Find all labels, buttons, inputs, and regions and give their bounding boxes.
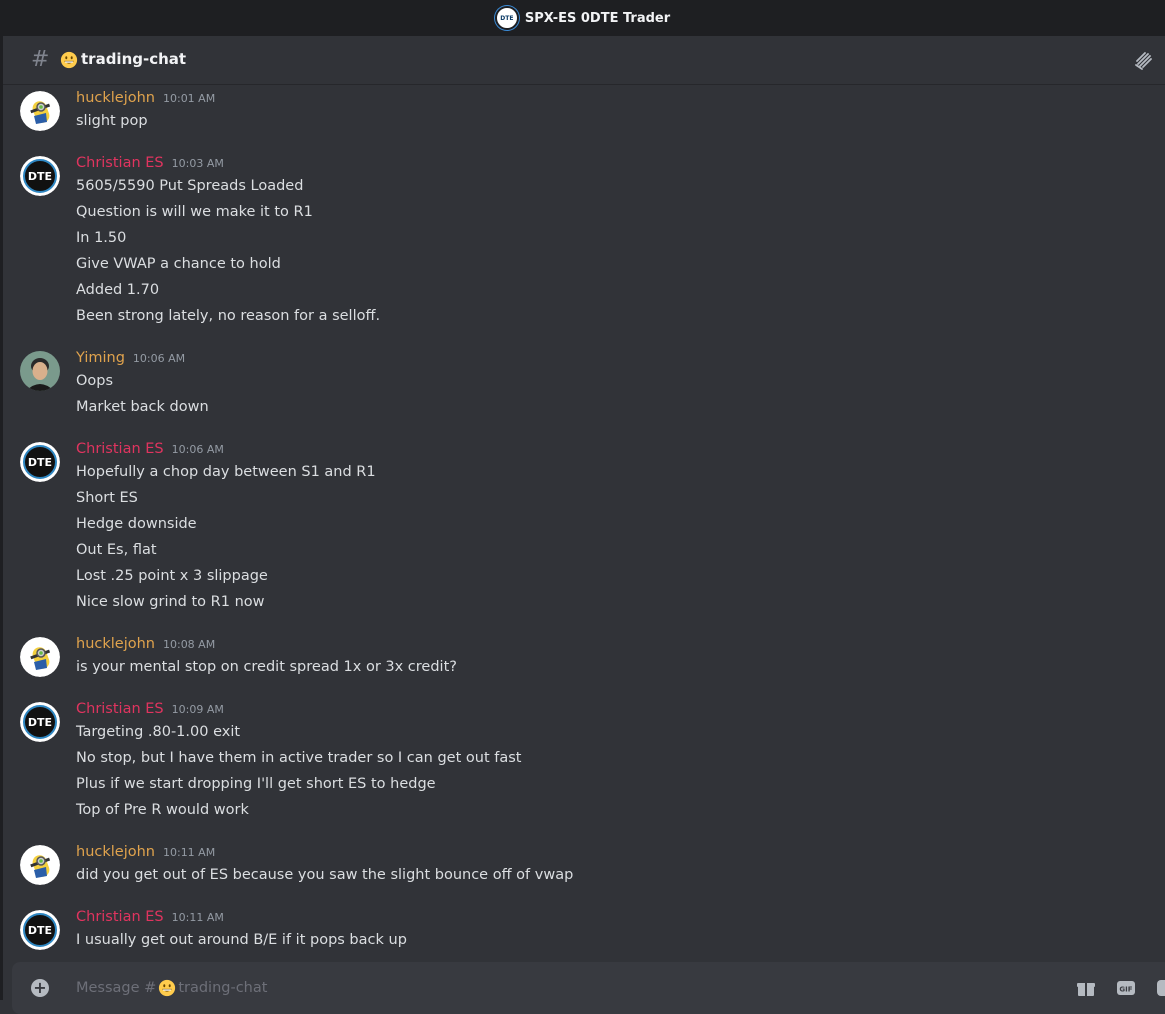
author-name[interactable]: Christian ES 10:06 AM (76, 441, 224, 457)
message-text: Market back down (76, 399, 209, 415)
message-text: Out Es, flat (76, 542, 157, 558)
timestamp: 10:11 AM (162, 846, 216, 859)
message-text: Added 1.70 (76, 282, 160, 298)
message-text: is your mental stop on credit spread 1x … (76, 659, 457, 675)
window-title: SPX-ES 0DTE Trader (524, 10, 671, 26)
message-text: Give VWAP a chance to hold (76, 256, 281, 272)
svg-text:DTE: DTE (28, 924, 52, 937)
message-text: Been strong lately, no reason for a sell… (76, 308, 381, 324)
timestamp: 10:11 AM (171, 911, 224, 924)
avatar-dte-logo-icon[interactable]: DTE (20, 910, 60, 950)
svg-text:DTE: DTE (28, 456, 52, 469)
avatar-photo-icon[interactable] (20, 351, 60, 391)
message-text: Oops (76, 373, 114, 389)
message-text: I usually get out around B/E if it pops … (76, 932, 407, 948)
channel-hash-icon: # (31, 47, 50, 72)
grinning-emoji-icon (159, 979, 176, 997)
author-name[interactable]: Christian ES 10:09 AM (76, 701, 224, 717)
timestamp: 10:06 AM (171, 443, 224, 456)
svg-text:DTE: DTE (28, 716, 52, 729)
author-name[interactable]: Christian ES 10:11 AM (76, 909, 224, 925)
grinning-emoji-icon (60, 51, 78, 69)
placeholder-channel: trading-chat (178, 980, 268, 996)
message-text: Lost .25 point x 3 slippage (76, 568, 268, 584)
timestamp: 10:08 AM (162, 638, 216, 651)
message-text: Plus if we start dropping I'll get short… (76, 776, 436, 792)
timestamp: 10:09 AM (171, 703, 224, 716)
author-name[interactable]: hucklejohn 10:01 AM (76, 90, 215, 106)
message-text: Question is will we make it to R1 (76, 204, 313, 220)
message-text: 5605/5590 Put Spreads Loaded (76, 178, 304, 194)
gif-icon[interactable]: GIF (1116, 979, 1136, 997)
message-text: slight pop (76, 113, 148, 129)
svg-text:DTE: DTE (28, 170, 52, 183)
avatar-dte-logo-icon[interactable]: DTE (20, 702, 60, 742)
message-text: Hopefully a chop day between S1 and R1 (76, 464, 376, 480)
timestamp: 10:06 AM (132, 352, 186, 365)
placeholder-prefix: Message # (76, 980, 157, 996)
message-text: No stop, but I have them in active trade… (76, 750, 522, 766)
timestamp: 10:03 AM (171, 157, 224, 170)
channel-name: trading-chat (81, 50, 187, 68)
message-input[interactable]: Message # trading-chat (76, 979, 267, 997)
avatar-dte-logo-icon[interactable]: DTE (20, 442, 60, 482)
gift-icon[interactable] (1076, 979, 1096, 997)
author-name[interactable]: Yiming 10:06 AM (76, 350, 185, 366)
window-titlebar: DTE SPX-ES 0DTE Trader (0, 0, 1165, 36)
add-attachment-icon[interactable]: + (31, 979, 49, 997)
avatar-minion-icon[interactable] (20, 637, 60, 677)
message-list: hucklejohn 10:01 AM slight pop DTE Christ… (3, 85, 1165, 962)
message-text: In 1.50 (76, 230, 127, 246)
sticker-icon[interactable] (1155, 979, 1165, 997)
threads-icon[interactable] (1133, 49, 1155, 71)
author-name[interactable]: Christian ES 10:03 AM (76, 155, 224, 171)
author-name[interactable]: hucklejohn 10:08 AM (76, 636, 215, 652)
channel-header: # trading-chat (3, 36, 1165, 85)
svg-text:GIF: GIF (1119, 986, 1132, 994)
message-text: Nice slow grind to R1 now (76, 594, 265, 610)
message-composer[interactable]: + Message # trading-chat GIF (12, 962, 1165, 1014)
message-text: Top of Pre R would work (76, 802, 249, 818)
avatar-minion-icon[interactable] (20, 91, 60, 131)
avatar-dte-logo-icon[interactable]: DTE (20, 156, 60, 196)
message-text: Hedge downside (76, 516, 197, 532)
message-text: Short ES (76, 490, 138, 506)
message-text: did you get out of ES because you saw th… (76, 867, 574, 883)
avatar-minion-icon[interactable] (20, 845, 60, 885)
message-text: Targeting .80-1.00 exit (76, 724, 241, 740)
server-logo-icon: DTE (494, 6, 519, 30)
timestamp: 10:01 AM (162, 92, 216, 105)
author-name[interactable]: hucklejohn 10:11 AM (76, 844, 215, 860)
